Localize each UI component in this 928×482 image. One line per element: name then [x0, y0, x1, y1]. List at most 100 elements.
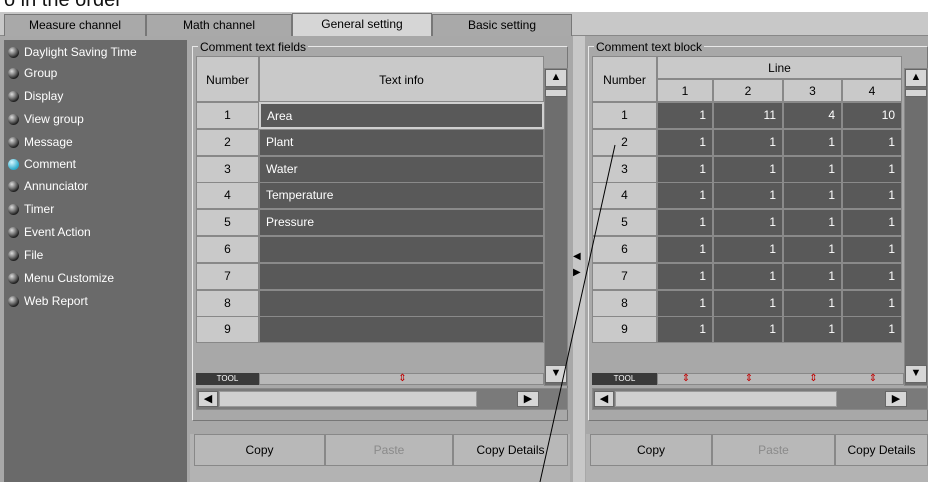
line-value-cell[interactable]: 1	[783, 316, 842, 344]
line-value-cell[interactable]: 1	[842, 182, 902, 210]
copy-button[interactable]: Copy	[590, 434, 712, 466]
line-col-header: 2	[713, 79, 783, 102]
line-value-cell[interactable]: 1	[713, 262, 783, 290]
radio-icon	[8, 68, 19, 79]
line-value-cell[interactable]: 1	[657, 128, 713, 156]
column-header-number: Number	[592, 56, 657, 102]
line-value-cell[interactable]: 1	[657, 289, 713, 317]
line-value-cell[interactable]: 1	[657, 102, 713, 129]
text-info-cell[interactable]: Plant	[259, 128, 544, 156]
group-legend: Comment text fields	[198, 40, 309, 54]
line-value-cell[interactable]: 1	[657, 236, 713, 263]
scroll-left-icon[interactable]: ◀	[198, 391, 218, 407]
scroll-up-icon[interactable]: ▲	[545, 69, 567, 87]
vertical-scrollbar[interactable]: ▲ ▼	[544, 68, 568, 386]
line-value-cell[interactable]: 1	[657, 209, 713, 237]
line-col-header: 3	[783, 79, 842, 102]
line-value-cell[interactable]: 1	[783, 209, 842, 237]
line-value-cell[interactable]: 1	[713, 128, 783, 156]
button-row: Copy Paste Copy Details	[190, 434, 570, 482]
line-value-cell[interactable]: 1	[842, 236, 902, 263]
text-info-cell[interactable]: Water	[259, 155, 544, 183]
line-value-cell[interactable]: 1	[783, 128, 842, 156]
line-value-cell[interactable]: 1	[713, 289, 783, 317]
text-info-cell[interactable]	[259, 316, 544, 344]
line-value-cell[interactable]: 1	[713, 209, 783, 237]
line-value-cell[interactable]: 1	[783, 262, 842, 290]
line-value-cell[interactable]: 1	[783, 289, 842, 317]
window-title: o in the order	[4, 0, 122, 11]
scroll-right-icon[interactable]: ▶	[885, 391, 907, 407]
line-value-cell[interactable]: 1	[713, 182, 783, 210]
line-value-cell[interactable]: 1	[842, 128, 902, 156]
row-number: 7	[592, 262, 657, 290]
text-info-cell[interactable]: Temperature	[259, 182, 544, 210]
paste-button[interactable]: Paste	[712, 434, 835, 466]
scroll-left-icon[interactable]: ◀	[594, 391, 614, 407]
tab-general-setting[interactable]: General setting	[292, 13, 432, 36]
tab-basic-setting[interactable]: Basic setting	[432, 14, 572, 36]
line-value-cell[interactable]: 1	[657, 182, 713, 210]
scroll-thumb[interactable]	[219, 391, 477, 407]
tab-math-channel[interactable]: Math channel	[146, 14, 292, 36]
line-value-cell[interactable]: 1	[713, 155, 783, 183]
line-value-cell[interactable]: 1	[842, 155, 902, 183]
line-value-cell[interactable]: 10	[842, 102, 902, 129]
copy-details-button[interactable]: Copy Details	[835, 434, 928, 466]
tool-row: ⇕	[259, 373, 544, 385]
scroll-thumb[interactable]	[545, 89, 567, 97]
line-value-cell[interactable]: 1	[657, 316, 713, 344]
scroll-right-icon[interactable]: ▶	[517, 391, 539, 407]
column-header-number: Number	[196, 56, 259, 102]
line-value-cell[interactable]: 1	[842, 289, 902, 317]
line-value-cell[interactable]: 1	[783, 155, 842, 183]
scroll-up-icon[interactable]: ▲	[905, 69, 927, 87]
line-value-cell[interactable]: 1	[783, 236, 842, 263]
row-number: 9	[592, 316, 657, 344]
scroll-thumb[interactable]	[905, 89, 927, 97]
panel-divider[interactable]: ◀ ▶	[573, 36, 585, 482]
line-value-cell[interactable]: 1	[713, 236, 783, 263]
line-value-cell[interactable]: 1	[842, 316, 902, 344]
line-value-cell[interactable]: 1	[657, 262, 713, 290]
vertical-scrollbar[interactable]: ▲ ▼	[904, 68, 928, 386]
column-header-line: Line	[657, 56, 902, 79]
row-number: 1	[196, 102, 259, 129]
collapse-left-icon[interactable]: ◀	[573, 252, 581, 262]
row-number: 1	[592, 102, 657, 129]
paste-button[interactable]: Paste	[325, 434, 453, 466]
horizontal-scrollbar[interactable]: ◀ ▶	[196, 388, 568, 410]
copy-button[interactable]: Copy	[194, 434, 325, 466]
red-arrow-icon[interactable]: ⇕	[843, 373, 903, 385]
text-info-cell[interactable]: Area	[259, 102, 544, 129]
row-number: 5	[592, 209, 657, 237]
text-info-cell[interactable]: Pressure	[259, 209, 544, 237]
text-info-cell[interactable]	[259, 289, 544, 317]
horizontal-scrollbar[interactable]: ◀ ▶	[592, 388, 928, 410]
text-info-cell[interactable]	[259, 236, 544, 263]
red-arrow-icon[interactable]: ⇕	[714, 373, 784, 385]
red-arrow-icon[interactable]: ⇕	[260, 373, 545, 385]
line-value-cell[interactable]: 1	[842, 209, 902, 237]
red-arrow-icon[interactable]: ⇕	[784, 373, 843, 385]
line-value-cell[interactable]: 4	[783, 102, 842, 129]
row-number: 2	[196, 128, 259, 156]
scroll-down-icon[interactable]: ▼	[905, 365, 927, 383]
tool-label: TOOL	[592, 373, 657, 385]
red-arrow-icon[interactable]: ⇕	[658, 373, 714, 385]
line-value-cell[interactable]: 1	[657, 155, 713, 183]
collapse-right-icon[interactable]: ▶	[573, 268, 581, 278]
comment-text-fields-panel: Comment text fields Number Text info 1 Ar…	[190, 36, 570, 482]
line-value-cell[interactable]: 1	[783, 182, 842, 210]
line-value-cell[interactable]: 1	[842, 262, 902, 290]
column-header-text-info: Text info	[259, 56, 544, 102]
copy-details-button[interactable]: Copy Details	[453, 434, 568, 466]
text-info-cell[interactable]	[259, 262, 544, 290]
line-value-cell[interactable]: 1	[713, 316, 783, 344]
scroll-down-icon[interactable]: ▼	[545, 365, 567, 383]
main-area: Daylight Saving Time Group Display View …	[0, 36, 928, 482]
line-value-cell[interactable]: 11	[713, 102, 783, 129]
tab-measure-channel[interactable]: Measure channel	[4, 14, 146, 36]
scroll-thumb[interactable]	[615, 391, 837, 407]
radio-icon	[8, 91, 19, 102]
